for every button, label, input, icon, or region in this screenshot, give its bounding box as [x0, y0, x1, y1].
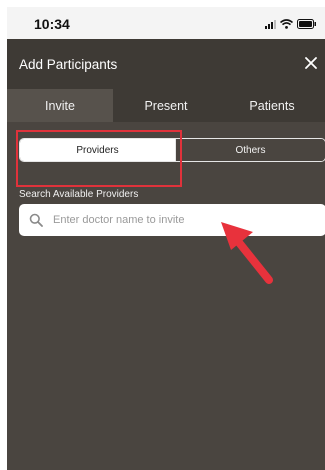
- battery-icon: [297, 19, 317, 29]
- header: Add Participants: [7, 39, 325, 89]
- status-bar: 10:34: [7, 7, 325, 39]
- wifi-icon: [280, 19, 293, 29]
- invite-panel: Providers Others Search Available Provid…: [7, 122, 325, 470]
- search-input[interactable]: [53, 214, 303, 226]
- tab-bar: Invite Present Patients: [7, 89, 325, 122]
- participant-type-toggle: Providers Others: [19, 138, 325, 162]
- tab-patients[interactable]: Patients: [219, 89, 325, 122]
- tab-present[interactable]: Present: [113, 89, 219, 122]
- search-icon: [29, 213, 43, 227]
- phone-screen: 10:34 Add Participants Invite Present Pa…: [7, 7, 325, 470]
- tab-invite[interactable]: Invite: [7, 89, 113, 122]
- page-title: Add Participants: [19, 57, 118, 72]
- search-label: Search Available Providers: [19, 189, 139, 200]
- search-box[interactable]: [19, 204, 325, 236]
- providers-segment[interactable]: Providers: [20, 139, 175, 161]
- status-icons: [265, 17, 317, 29]
- status-time: 10:34: [34, 16, 70, 32]
- others-segment[interactable]: Others: [175, 139, 325, 161]
- close-icon[interactable]: [301, 53, 321, 73]
- signal-icon: [265, 19, 276, 29]
